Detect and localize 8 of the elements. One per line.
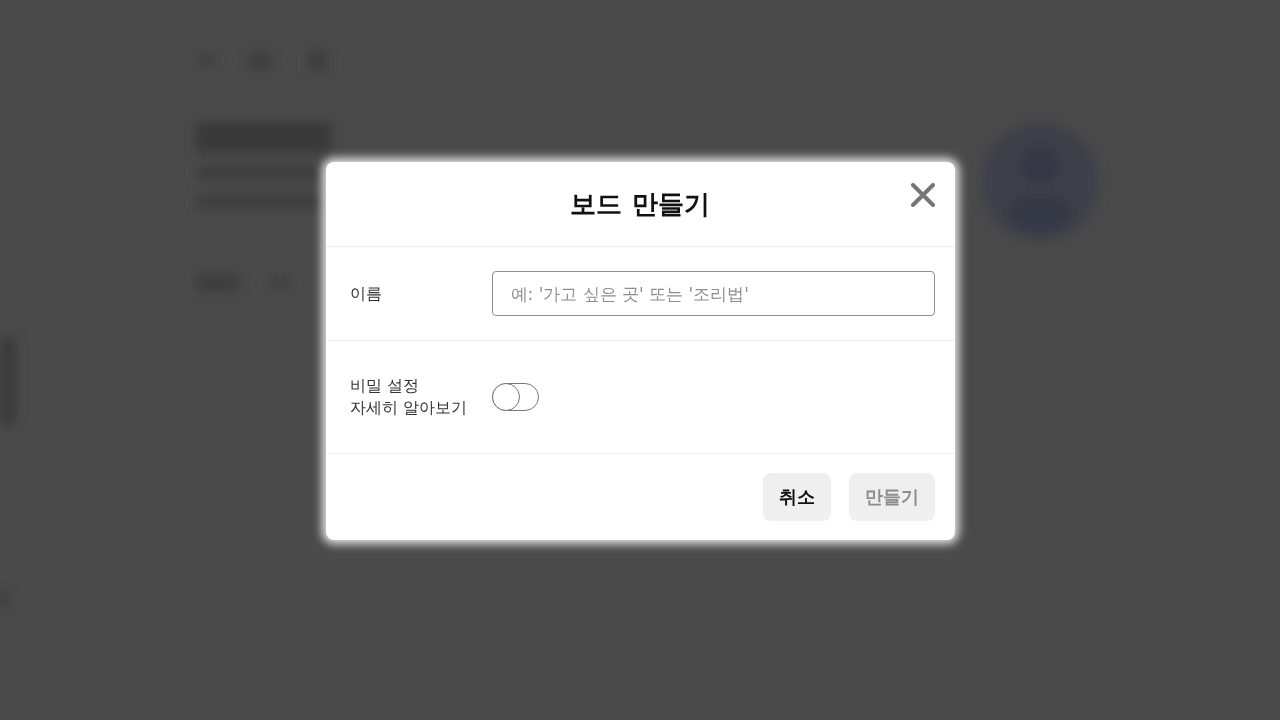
- dialog-title: 보드 만들기: [570, 187, 710, 221]
- privacy-toggle-switch[interactable]: [491, 383, 539, 411]
- close-icon: [910, 183, 935, 207]
- field-label: 이름: [349, 282, 382, 305]
- field-label: 비밀 설정: [349, 375, 419, 397]
- cancel-button[interactable]: 취소: [762, 473, 831, 521]
- learn-more-link[interactable]: 자세히 알아보기: [349, 397, 467, 419]
- name-input-field[interactable]: 예: '가고 싶은 곳' 또는 '조리법': [491, 271, 935, 316]
